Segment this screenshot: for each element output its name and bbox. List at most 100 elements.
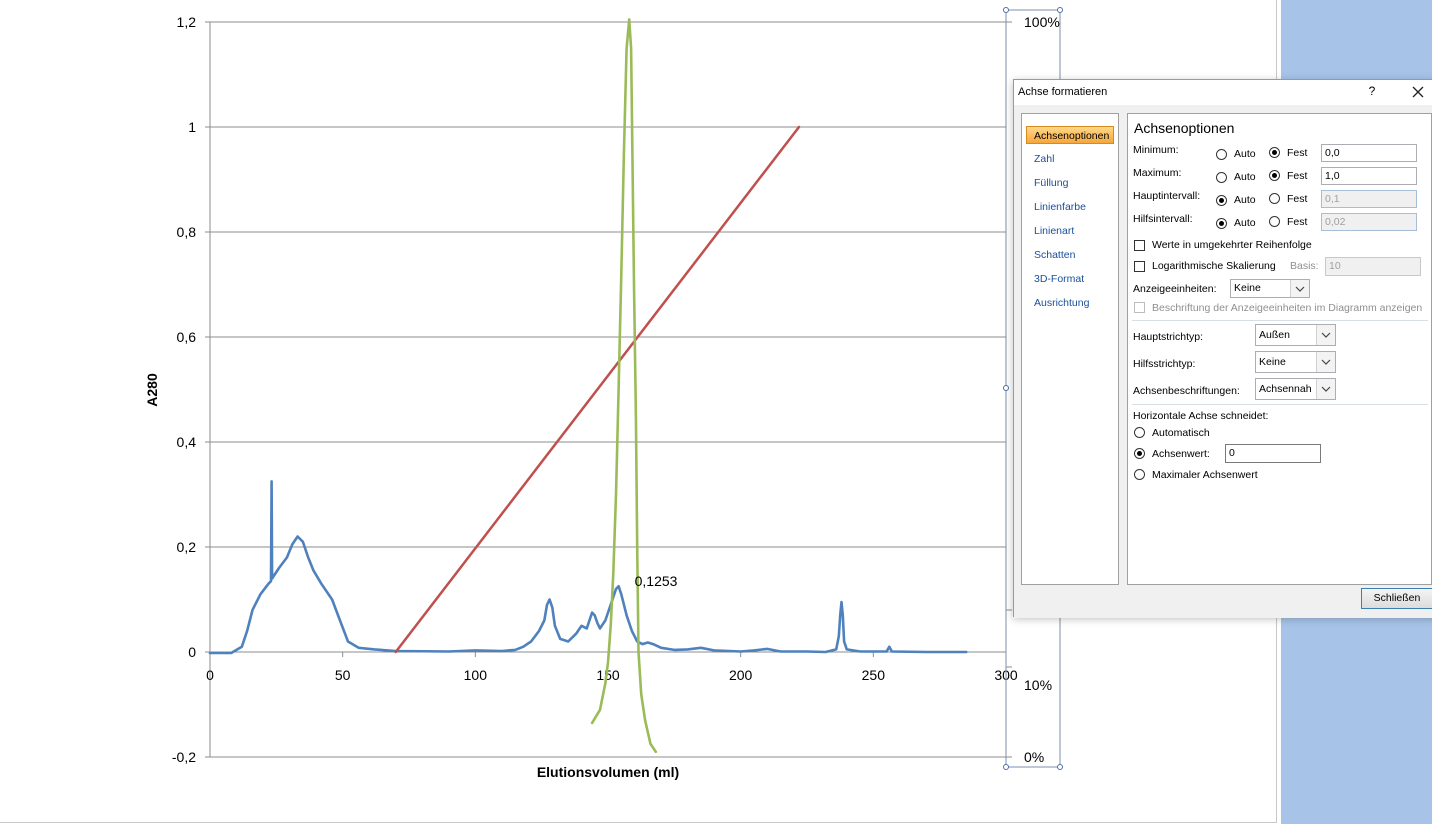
display-units-label: Anzeigeeinheiten: <box>1133 283 1217 295</box>
maximum-fixed-radio[interactable] <box>1269 170 1280 181</box>
x-tick-label: 0 <box>206 667 214 683</box>
minimum-label: Minimum: <box>1133 144 1179 156</box>
y-tick-label: 0,4 <box>177 434 197 450</box>
x-tick-label: 50 <box>335 667 351 683</box>
x-tick-label: 250 <box>862 667 886 683</box>
y-tick-label: 1 <box>188 119 196 135</box>
series-a280-line <box>208 480 968 655</box>
show-units-label-text: Beschriftung der Anzeigeeinheiten im Dia… <box>1152 302 1423 314</box>
major-unit-input[interactable]: 0,1 <box>1321 190 1417 208</box>
crosses-value-input[interactable]: 0 <box>1225 444 1321 463</box>
minor-tick-select[interactable]: Keine <box>1255 351 1336 373</box>
close-button[interactable]: Schließen <box>1361 588 1432 609</box>
minor-tick-value: Keine <box>1259 356 1286 368</box>
selection-handle <box>1057 764 1063 770</box>
series-gradient-line <box>394 125 801 654</box>
nav-schatten[interactable]: Schatten <box>1026 246 1114 264</box>
y-tick-label: 0 <box>188 644 196 660</box>
nav-linienfarbe[interactable]: Linienfarbe <box>1026 198 1114 216</box>
selection-handle <box>1003 7 1009 13</box>
y-axis-title: A280 <box>144 373 160 407</box>
major-auto-label: Auto <box>1234 194 1256 206</box>
log-scale-checkbox[interactable] <box>1134 261 1145 272</box>
x-tick-label: 200 <box>729 667 753 683</box>
dialog-body: Achsenoptionen Zahl Füllung Linienfarbe … <box>1014 105 1432 618</box>
selection-handle <box>1057 7 1063 13</box>
minor-unit-label: Hilfsintervall: <box>1133 213 1193 225</box>
nav-fuellung[interactable]: Füllung <box>1026 174 1114 192</box>
axis-labels-select[interactable]: Achsennah <box>1255 378 1336 400</box>
minimum-fixed-label: Fest <box>1287 147 1308 159</box>
crosses-max-radio[interactable] <box>1134 469 1145 480</box>
y-tick-label: 1,2 <box>177 14 197 30</box>
major-unit-label: Hauptintervall: <box>1133 190 1201 202</box>
minor-fixed-radio[interactable] <box>1269 216 1280 227</box>
crosses-auto-radio[interactable] <box>1134 427 1145 438</box>
options-panel: Achsenoptionen Minimum: Auto Fest 0,0 Ma… <box>1127 113 1432 585</box>
dialog-titlebar[interactable]: Achse formatieren ? <box>1014 80 1432 105</box>
minor-fixed-label: Fest <box>1287 216 1308 228</box>
y2-tick-label: 10% <box>1024 677 1052 693</box>
minimum-auto-radio[interactable] <box>1216 149 1227 160</box>
x-tick-label: 100 <box>464 667 488 683</box>
minor-tick-label: Hilfsstrichtyp: <box>1133 358 1196 370</box>
nav-achsenoptionen[interactable]: Achsenoptionen <box>1026 126 1114 144</box>
reverse-order-label: Werte in umgekehrter Reihenfolge <box>1152 239 1312 251</box>
chevron-down-icon <box>1290 280 1309 297</box>
category-list: Achsenoptionen Zahl Füllung Linienfarbe … <box>1021 113 1119 585</box>
display-units-select[interactable]: Keine <box>1230 279 1310 298</box>
y-tick-label: -0,2 <box>172 749 196 765</box>
major-tick-select[interactable]: Außen <box>1255 324 1336 346</box>
axis-labels-label: Achsenbeschriftungen: <box>1133 385 1240 397</box>
x-axis-title: Elutionsvolumen (ml) <box>537 764 679 780</box>
y-tick-label: 0,8 <box>177 224 197 240</box>
minor-auto-radio[interactable] <box>1216 218 1227 229</box>
y2-tick-label: 0% <box>1024 749 1044 765</box>
nav-3d-format[interactable]: 3D-Format <box>1026 270 1114 288</box>
major-tick-label: Hauptstrichtyp: <box>1133 331 1204 343</box>
chevron-down-icon <box>1316 352 1335 372</box>
maximum-auto-label: Auto <box>1234 171 1256 183</box>
crosses-auto-label: Automatisch <box>1152 427 1210 439</box>
display-units-value: Keine <box>1234 282 1261 294</box>
chevron-down-icon <box>1316 379 1335 399</box>
separator <box>1132 320 1428 321</box>
chevron-down-icon <box>1316 325 1335 345</box>
crosses-max-label: Maximaler Achsenwert <box>1152 469 1258 481</box>
maximum-input[interactable]: 1,0 <box>1321 167 1417 185</box>
maximum-auto-radio[interactable] <box>1216 172 1227 183</box>
major-fixed-radio[interactable] <box>1269 193 1280 204</box>
crosses-value-label: Achsenwert: <box>1152 448 1210 460</box>
minimum-fixed-radio[interactable] <box>1269 147 1280 158</box>
crosses-label: Horizontale Achse schneidet: <box>1133 410 1269 422</box>
nav-zahl[interactable]: Zahl <box>1026 150 1114 168</box>
maximum-fixed-label: Fest <box>1287 170 1308 182</box>
nav-linienart[interactable]: Linienart <box>1026 222 1114 240</box>
reverse-order-checkbox[interactable] <box>1134 240 1145 251</box>
axis-labels-value: Achsennah <box>1259 383 1312 395</box>
close-icon[interactable] <box>1410 84 1426 100</box>
separator <box>1132 404 1428 405</box>
y-tick-label: 0,6 <box>177 329 197 345</box>
crosses-value-radio[interactable] <box>1134 448 1145 459</box>
minor-auto-label: Auto <box>1234 217 1256 229</box>
show-units-label-checkbox[interactable] <box>1134 302 1145 313</box>
format-axis-dialog: Achse formatieren ? Achsenoptionen Zahl … <box>1013 79 1432 618</box>
selection-handle <box>1003 385 1009 391</box>
help-icon[interactable]: ? <box>1364 84 1380 98</box>
major-auto-radio[interactable] <box>1216 195 1227 206</box>
basis-label: Basis: <box>1290 260 1319 272</box>
data-label: 0,1253 <box>635 573 678 589</box>
minor-unit-input[interactable]: 0,02 <box>1321 213 1417 231</box>
nav-ausrichtung[interactable]: Ausrichtung <box>1026 294 1114 312</box>
minimum-input[interactable]: 0,0 <box>1321 144 1417 162</box>
y2-tick-label: 100% <box>1024 14 1060 30</box>
basis-input[interactable]: 10 <box>1325 257 1421 276</box>
minimum-auto-label: Auto <box>1234 148 1256 160</box>
section-title: Achsenoptionen <box>1134 120 1235 136</box>
y-tick-label: 0,2 <box>177 539 197 555</box>
maximum-label: Maximum: <box>1133 167 1182 179</box>
log-scale-label: Logarithmische Skalierung <box>1152 260 1276 272</box>
major-tick-value: Außen <box>1259 329 1290 341</box>
dialog-title: Achse formatieren <box>1018 86 1108 98</box>
